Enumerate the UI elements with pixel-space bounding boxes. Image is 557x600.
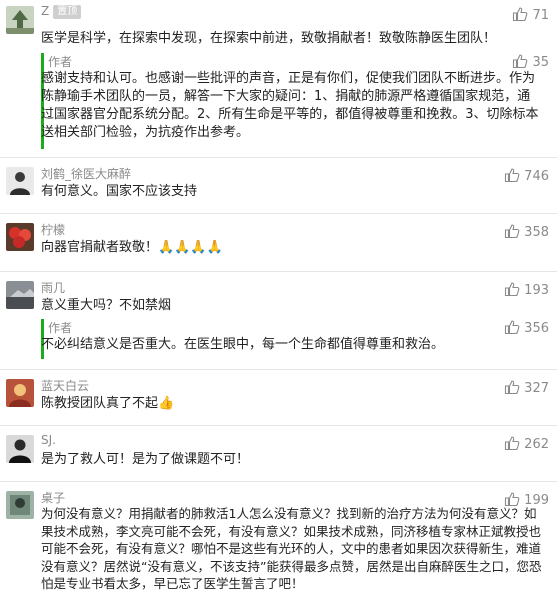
thumbs-up-icon xyxy=(505,320,520,335)
avatar[interactable] xyxy=(6,223,34,251)
comment-text: 陈教授团队真了不起👍 xyxy=(41,396,175,411)
like-button[interactable]: 327 xyxy=(504,379,549,396)
comment-item: 蓝天白云 327 陈教授团队真了不起👍 xyxy=(0,373,557,421)
like-count: 71 xyxy=(532,8,549,23)
like-button[interactable]: 35 xyxy=(512,53,549,70)
reply-text: 不必纠结意义是否重大。在医生眼中，每一个生命都值得尊重和救治。 xyxy=(41,337,445,352)
like-button[interactable]: 356 xyxy=(504,319,549,336)
avatar[interactable] xyxy=(6,491,34,519)
like-count: 356 xyxy=(524,321,549,336)
like-button[interactable]: 71 xyxy=(512,6,549,23)
divider xyxy=(0,271,557,272)
pinned-badge: 置顶 xyxy=(53,5,82,19)
comment-text: 是为了救人可！是为了做课题不可！ xyxy=(41,452,250,467)
comment-text: 向器官捐献者致敬！🙏🙏🙏🙏 xyxy=(41,240,223,255)
thumbs-up-icon xyxy=(505,436,520,451)
comment-author[interactable]: 桌子 xyxy=(41,489,65,506)
divider xyxy=(0,425,557,426)
thumbs-up-icon xyxy=(513,7,528,22)
avatar[interactable] xyxy=(6,379,34,407)
divider xyxy=(0,481,557,482)
divider xyxy=(0,157,557,158)
comment-author[interactable]: 柠檬 xyxy=(41,221,65,238)
divider xyxy=(0,213,557,214)
comment-item: 雨几 193 意义重大吗？不如禁烟 作者 356 不必纠结意义是否重大。在医生眼… xyxy=(0,275,557,365)
like-count: 746 xyxy=(524,169,549,184)
like-button[interactable]: 358 xyxy=(504,223,549,240)
comment-text: 医学是科学，在探索中发现，在探索中前进，致敬捐献者！致敬陈静医生团队！ xyxy=(41,31,497,46)
like-button[interactable]: 193 xyxy=(504,281,549,298)
comment-text: 为何没有意义？用捐献者的肺救活1人怎么没有意义？找到新的治疗方法为何没有意义？如… xyxy=(41,506,542,591)
comment-author[interactable]: 蓝天白云 xyxy=(41,377,89,394)
thumbs-up-icon xyxy=(505,168,520,183)
reply-author-label: 作者 xyxy=(48,55,73,69)
comment-list: Z 置顶 71 医学是科学，在探索中发现，在探索中前进，致敬捐献者！致敬陈静医生团… xyxy=(0,0,557,600)
like-button[interactable]: 262 xyxy=(504,435,549,452)
like-count: 358 xyxy=(524,225,549,240)
comment-author[interactable]: SJ. xyxy=(41,433,56,447)
avatar[interactable] xyxy=(6,6,34,34)
reply-author-label: 作者 xyxy=(48,321,73,335)
comment-text: 意义重大吗？不如禁烟 xyxy=(41,298,172,313)
reply-text: 感谢支持和认可。也感谢一些批评的声音，正是有你们，促使我们团队不断进步。作为陈静… xyxy=(41,71,539,140)
comment-text: 有何意义。国家不应该支持 xyxy=(41,184,198,199)
comment-item: 刘鹤_徐医大麻醉 746 有何意义。国家不应该支持 xyxy=(0,161,557,209)
comment-item: SJ. 262 是为了救人可！是为了做课题不可！ xyxy=(0,429,557,477)
thumbs-up-icon xyxy=(505,380,520,395)
avatar[interactable] xyxy=(6,281,34,309)
comment-author[interactable]: Z 置顶 xyxy=(41,4,82,19)
comment-item: Z 置顶 71 医学是科学，在探索中发现，在探索中前进，致敬捐献者！致敬陈静医生团… xyxy=(0,0,557,155)
thumbs-up-icon xyxy=(505,224,520,239)
comment-item: 桌子 199 为何没有意义？用捐献者的肺救活1人怎么没有意义？找到新的治疗方法为… xyxy=(0,485,557,600)
comment-author[interactable]: 雨几 xyxy=(41,279,65,296)
thumbs-up-icon xyxy=(513,54,528,69)
thumbs-up-icon xyxy=(505,282,520,297)
comment-item: 柠檬 358 向器官捐献者致敬！🙏🙏🙏🙏 xyxy=(0,217,557,265)
like-count: 262 xyxy=(524,437,549,452)
like-count: 193 xyxy=(524,283,549,298)
like-button[interactable]: 746 xyxy=(504,167,549,184)
avatar[interactable] xyxy=(6,167,34,195)
like-count: 35 xyxy=(532,55,549,70)
comment-author[interactable]: 刘鹤_徐医大麻醉 xyxy=(41,165,131,182)
divider xyxy=(0,369,557,370)
like-count: 327 xyxy=(524,381,549,396)
avatar[interactable] xyxy=(6,435,34,463)
